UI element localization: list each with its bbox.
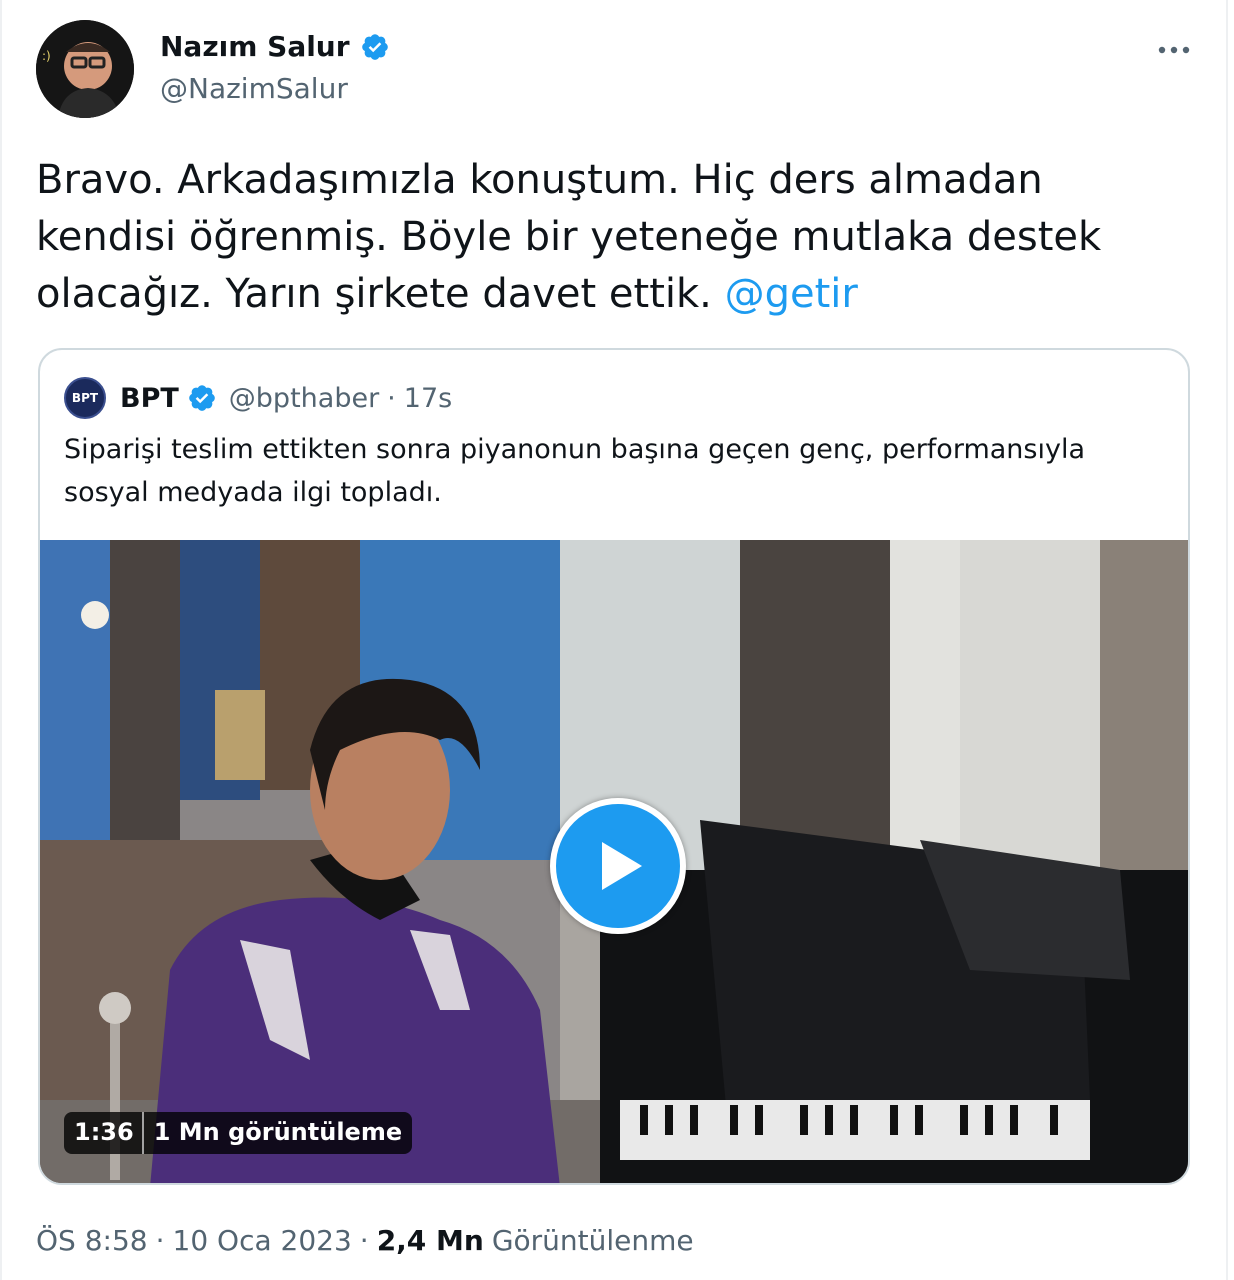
verified-badge-icon (187, 383, 217, 413)
tweet-footer: ÖS 8:58 · 10 Oca 2023 · 2,4 Mn Görüntüle… (36, 1224, 694, 1257)
quote-text: Siparişi teslim ettikten sonra piyanonun… (64, 434, 1086, 508)
footer-separator: · (155, 1224, 165, 1257)
author-avatar[interactable]: :) (36, 20, 134, 118)
tweet-text: Bravo. Arkadaşımızla konuştum. Hiç ders … (36, 152, 1186, 323)
tweet-header: :) Nazım Salur @NazimSalur (36, 20, 1206, 120)
play-button[interactable] (550, 798, 686, 934)
tweet-body: Bravo. Arkadaşımızla konuştum. Hiç ders … (36, 157, 1102, 317)
quote-author-handle[interactable]: @bpthaber (229, 383, 379, 414)
author-name-row[interactable]: Nazım Salur (160, 30, 390, 63)
quote-timestamp[interactable]: 17s (404, 383, 452, 414)
page-border-left (0, 0, 2, 1280)
video-meta-badge: 1:36 1 Mn görüntüleme (64, 1112, 413, 1154)
tweet-date[interactable]: 10 Oca 2023 (173, 1224, 352, 1257)
quote-author-name[interactable]: BPT (120, 383, 179, 414)
quote-separator: · (387, 382, 396, 414)
svg-text::): :) (42, 49, 51, 63)
mention-link[interactable]: @getir (725, 271, 858, 317)
video-player[interactable]: 1:36 1 Mn görüntüleme (40, 540, 1188, 1183)
verified-badge-icon (360, 32, 390, 62)
quoted-tweet-header: BPT BPT @bpthaber · 17s (64, 377, 452, 419)
more-options-button[interactable] (1150, 30, 1198, 66)
more-horizontal-icon (1158, 39, 1190, 58)
author-name[interactable]: Nazım Salur (160, 30, 350, 63)
play-icon (588, 836, 648, 896)
video-duration: 1:36 (64, 1112, 144, 1154)
quoted-tweet-card[interactable]: BPT BPT @bpthaber · 17s Siparişi teslim … (38, 348, 1190, 1185)
video-views: 1 Mn görüntüleme (153, 1118, 403, 1146)
tweet-time[interactable]: ÖS 8:58 (36, 1224, 148, 1257)
view-count: 2,4 Mn (376, 1224, 484, 1257)
view-label: Görüntülenme (491, 1224, 694, 1257)
author-handle[interactable]: @NazimSalur (160, 72, 348, 105)
quote-avatar[interactable]: BPT (64, 377, 106, 419)
footer-separator: · (359, 1224, 369, 1257)
page-border-right (1226, 0, 1228, 1280)
